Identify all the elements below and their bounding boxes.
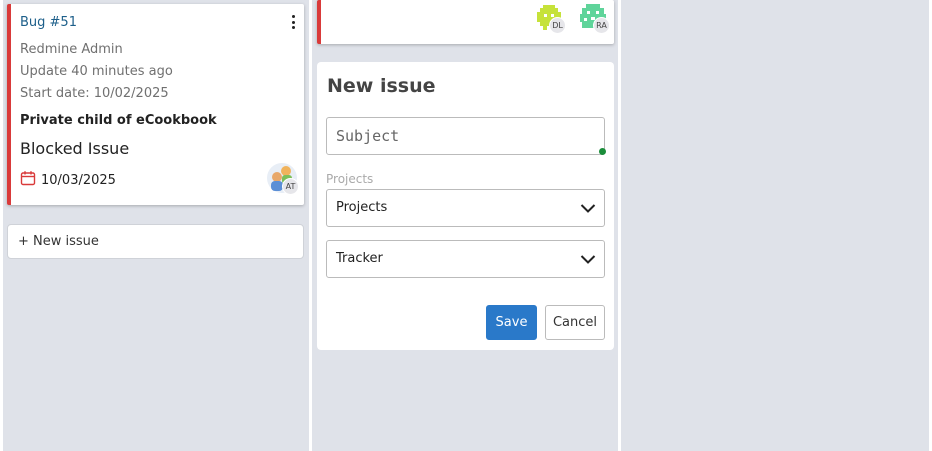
calendar-icon [20, 170, 36, 190]
issue-author: Redmine Admin [20, 42, 123, 57]
tracker-select-value: Tracker [336, 251, 383, 266]
chevron-down-icon [580, 251, 596, 271]
cancel-button[interactable]: Cancel [545, 305, 605, 340]
assignee-avatar[interactable]: AT [267, 163, 299, 195]
issue-title-link[interactable]: Bug #51 [20, 15, 77, 30]
issue-due: 10/03/2025 [20, 170, 116, 190]
status-dot-icon [599, 148, 606, 155]
watcher-initials-ra: RA [593, 17, 610, 34]
board-column-3 [621, 0, 929, 451]
issue-card[interactable]: Bug #51 Redmine Admin Update 40 minutes … [7, 4, 304, 205]
new-issue-button[interactable]: + New issue [7, 224, 304, 259]
assignee-initials: AT [282, 178, 299, 195]
issue-card-partial[interactable]: DL RA [317, 0, 614, 44]
new-issue-form: New issue Projects Projects Tracker Save… [317, 62, 614, 350]
projects-label: Projects [326, 172, 374, 186]
issue-subject: Blocked Issue [20, 139, 130, 158]
board-column-1: Bug #51 Redmine Admin Update 40 minutes … [3, 0, 309, 451]
issue-updated: Update 40 minutes ago [20, 64, 173, 79]
watcher-initials-dl: DL [549, 17, 566, 34]
issue-due-date: 10/03/2025 [41, 172, 116, 188]
board-column-2: DL RA New issue Projects Projects [312, 0, 618, 451]
form-title: New issue [327, 75, 436, 97]
issue-project: Private child of eCookbook [20, 113, 217, 128]
more-options-icon[interactable] [288, 13, 298, 31]
save-button[interactable]: Save [486, 305, 537, 340]
subject-input[interactable] [326, 117, 605, 155]
chevron-down-icon [580, 200, 596, 220]
projects-select-value: Projects [336, 200, 388, 215]
watcher-avatar-dl[interactable]: DL [534, 2, 566, 34]
projects-select[interactable]: Projects [326, 189, 605, 227]
watcher-avatar-ra[interactable]: RA [578, 2, 610, 34]
tracker-select[interactable]: Tracker [326, 240, 605, 278]
issue-start-date: Start date: 10/02/2025 [20, 86, 169, 101]
